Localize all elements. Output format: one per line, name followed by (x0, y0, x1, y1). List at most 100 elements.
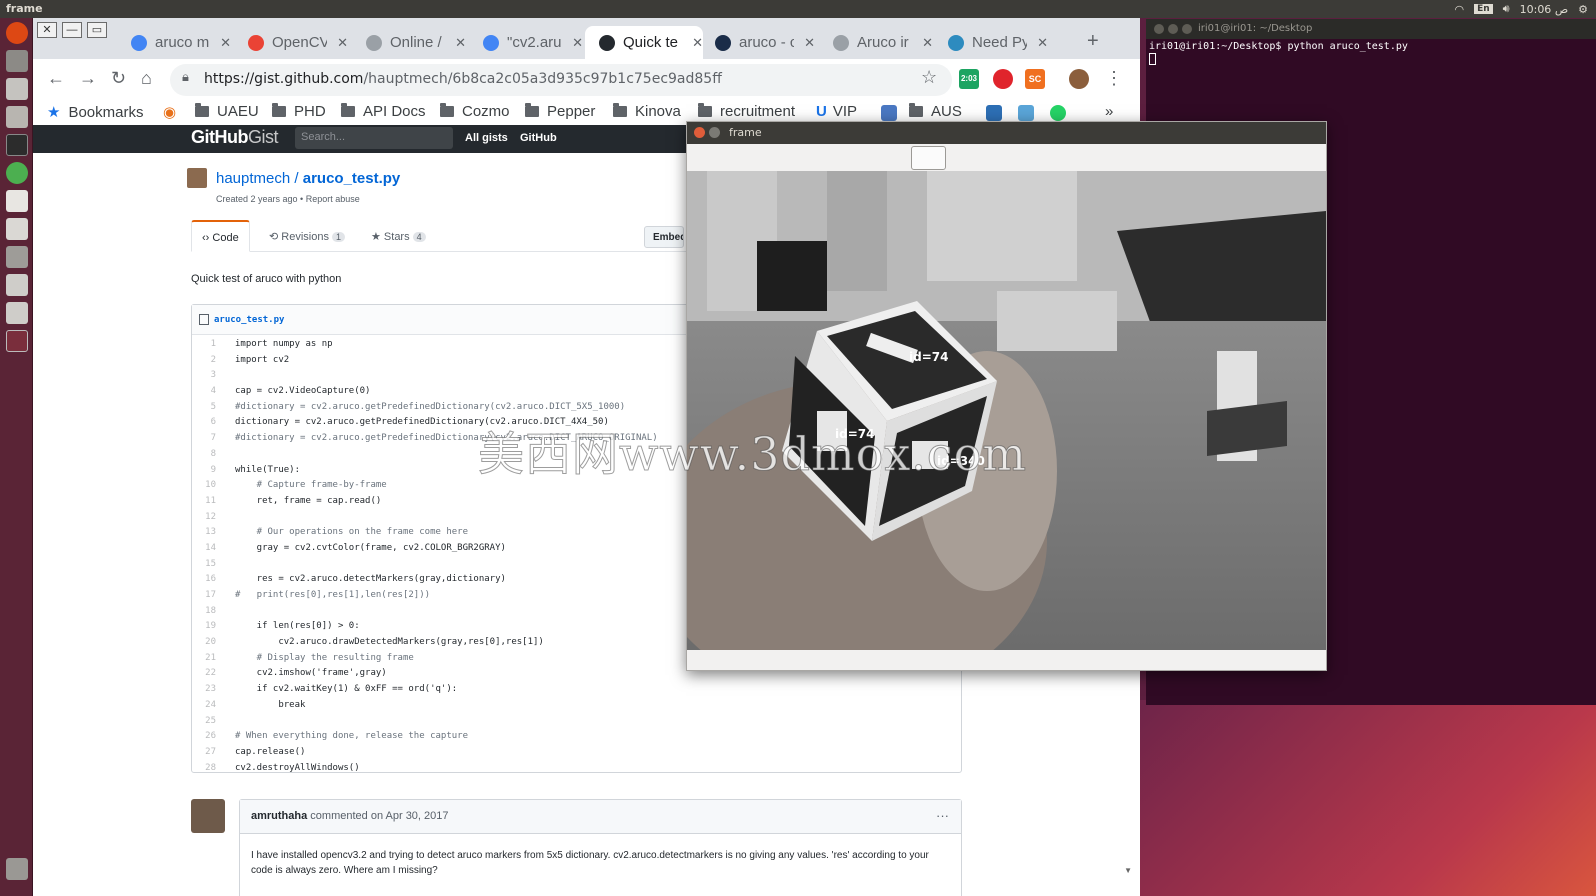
opencv-frame-window[interactable]: frame id=74 id=74 id=340 (686, 121, 1327, 671)
line-number[interactable]: 25 (192, 714, 226, 730)
whatsapp-icon[interactable] (1050, 105, 1066, 121)
tab-close-icon[interactable]: ✕ (804, 35, 815, 51)
line-number[interactable]: 19 (192, 619, 226, 635)
close-icon[interactable] (1154, 24, 1164, 34)
bookmark-item[interactable]: Pepper (525, 103, 595, 120)
line-number[interactable]: 3 (192, 368, 226, 384)
chrome-menu-icon[interactable]: ⋮ (1105, 68, 1123, 89)
bookmark-star-icon[interactable]: ☆ (921, 67, 937, 88)
frame-window-icon[interactable] (6, 330, 28, 352)
tab-close-icon[interactable]: ✕ (337, 35, 348, 51)
line-number[interactable]: 22 (192, 666, 226, 682)
bookmark-item[interactable]: Kinova (613, 103, 681, 120)
browser-tab[interactable]: aruco m ✕ (117, 26, 231, 59)
line-number[interactable]: 13 (192, 525, 226, 541)
settings-gear-icon[interactable]: ⚙ (1578, 3, 1588, 16)
drive-icon[interactable] (6, 274, 28, 296)
address-bar[interactable]: 🔒︎ https://gist.github.com/hauptmech/6b8… (170, 64, 952, 96)
tab-close-icon[interactable]: ✕ (572, 35, 583, 51)
line-number[interactable]: 24 (192, 698, 226, 714)
line-number[interactable]: 15 (192, 557, 226, 573)
back-arrow-icon[interactable]: ← (47, 68, 65, 89)
line-number[interactable]: 2 (192, 353, 226, 369)
browser-tab[interactable]: "cv2.aru ✕ (469, 26, 583, 59)
bookmark-item[interactable]: API Docs (341, 103, 426, 120)
bookmark-item[interactable]: AUS (909, 103, 962, 120)
chrome-app-icon[interactable] (6, 162, 28, 184)
line-number[interactable]: 11 (192, 494, 226, 510)
tab-code[interactable]: ‹› Code (191, 220, 250, 252)
browser-tab[interactable]: Need Py ✕ (934, 26, 1048, 59)
close-icon[interactable] (694, 127, 705, 138)
file-name-link[interactable]: aruco_test.py (214, 315, 284, 325)
minimize-icon[interactable] (1168, 24, 1178, 34)
clock[interactable]: 10:06 ص (1520, 3, 1569, 16)
tab-close-icon[interactable]: ✕ (1037, 35, 1048, 51)
tab-revisions[interactable]: ⟲ Revisions 1 (259, 220, 355, 252)
browser-tab[interactable]: OpenCV ✕ (234, 26, 348, 59)
browser-tab[interactable]: Online / ✕ (352, 26, 466, 59)
minimize-window-button[interactable]: — (62, 22, 82, 38)
opera-extension-icon[interactable] (993, 69, 1013, 89)
line-number[interactable]: 10 (192, 478, 226, 494)
line-number[interactable]: 5 (192, 400, 226, 416)
line-number[interactable]: 26 (192, 729, 226, 745)
line-number[interactable]: 9 (192, 463, 226, 479)
bookmarks-overflow-chevron[interactable]: » (1105, 103, 1113, 120)
commenter-avatar[interactable] (191, 799, 225, 833)
maximize-icon[interactable] (1182, 24, 1192, 34)
profile-avatar[interactable] (1069, 69, 1089, 89)
app-icon[interactable] (986, 105, 1002, 121)
line-number[interactable]: 6 (192, 415, 226, 431)
owner-avatar[interactable] (187, 168, 207, 188)
browser-tab[interactable]: Aruco ir ✕ (819, 26, 933, 59)
maximize-window-button[interactable]: ▭ (87, 22, 107, 38)
minimize-icon[interactable] (709, 127, 720, 138)
bookmark-item[interactable]: U VIP (816, 103, 857, 120)
wifi-icon[interactable]: ◠ (1455, 3, 1465, 16)
embed-button[interactable]: Embed (644, 226, 684, 248)
trash-icon[interactable] (6, 858, 28, 880)
line-number[interactable]: 21 (192, 651, 226, 667)
line-number[interactable]: 16 (192, 572, 226, 588)
cloud-icon[interactable] (1018, 105, 1034, 121)
line-number[interactable]: 7 (192, 431, 226, 447)
reload-icon[interactable]: ↻ (111, 68, 126, 89)
drive-2-icon[interactable] (6, 302, 28, 324)
comment-options-icon[interactable]: ··· (936, 808, 949, 823)
text-editor-icon[interactable] (6, 190, 28, 212)
bookmark-item[interactable]: recruitment (698, 103, 795, 120)
tab-stars[interactable]: ★ Stars 4 (361, 220, 436, 252)
line-number[interactable]: 1 (192, 337, 226, 353)
toolbar-button[interactable] (911, 146, 946, 170)
terminal-app-icon[interactable] (6, 134, 28, 156)
line-number[interactable]: 27 (192, 745, 226, 761)
bookmark-item[interactable]: UAEU (195, 103, 259, 120)
bookmark-item[interactable]: PHD (272, 103, 326, 120)
ubuntu-dash-icon[interactable] (6, 22, 28, 44)
owner-link[interactable]: hauptmech (216, 170, 290, 187)
new-tab-button[interactable]: + (1087, 30, 1099, 53)
line-number[interactable]: 23 (192, 682, 226, 698)
line-number[interactable]: 12 (192, 510, 226, 526)
browser-tab[interactable]: aruco - c ✕ (701, 26, 815, 59)
app-launcher-icon[interactable] (6, 106, 28, 128)
bookmark-item[interactable]: ★ Bookmarks (47, 103, 143, 122)
help-icon[interactable] (6, 246, 28, 268)
line-number[interactable]: 17 (192, 588, 226, 604)
translate-icon[interactable] (881, 105, 897, 121)
line-number[interactable]: 18 (192, 604, 226, 620)
line-number[interactable]: 20 (192, 635, 226, 651)
browser-tab[interactable]: Quick te ✕ (585, 26, 703, 59)
all-gists-link[interactable]: All gists (465, 132, 508, 144)
forward-arrow-icon[interactable]: → (79, 68, 97, 89)
sc-extension-icon[interactable]: SC (1025, 69, 1045, 89)
line-number[interactable]: 28 (192, 761, 226, 777)
bookmark-item[interactable]: Cozmo (440, 103, 510, 120)
keyboard-language-indicator[interactable]: En (1474, 4, 1493, 14)
volume-icon[interactable]: 🔊︎ (1503, 2, 1510, 16)
document-viewer-icon[interactable] (6, 218, 28, 240)
home-icon[interactable]: ⌂ (141, 68, 152, 89)
comment-author[interactable]: amruthaha (251, 810, 307, 822)
scroll-down-arrow-icon[interactable]: ▼ (1124, 866, 1132, 875)
